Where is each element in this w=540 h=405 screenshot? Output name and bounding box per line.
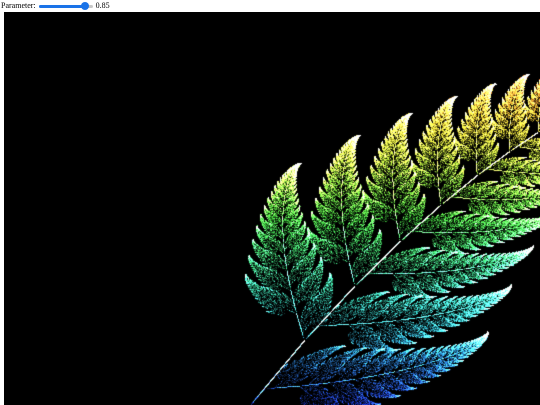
fractal-canvas-container bbox=[4, 12, 540, 405]
parameter-value: 0.85 bbox=[96, 2, 110, 10]
slider-thumb[interactable] bbox=[81, 2, 89, 10]
parameter-label: Parameter: bbox=[1, 2, 36, 10]
fractal-canvas[interactable] bbox=[4, 12, 540, 405]
parameter-control-bar: Parameter: 0.85 bbox=[0, 0, 540, 12]
slider-track-fill bbox=[39, 5, 85, 8]
parameter-slider[interactable] bbox=[39, 1, 93, 11]
